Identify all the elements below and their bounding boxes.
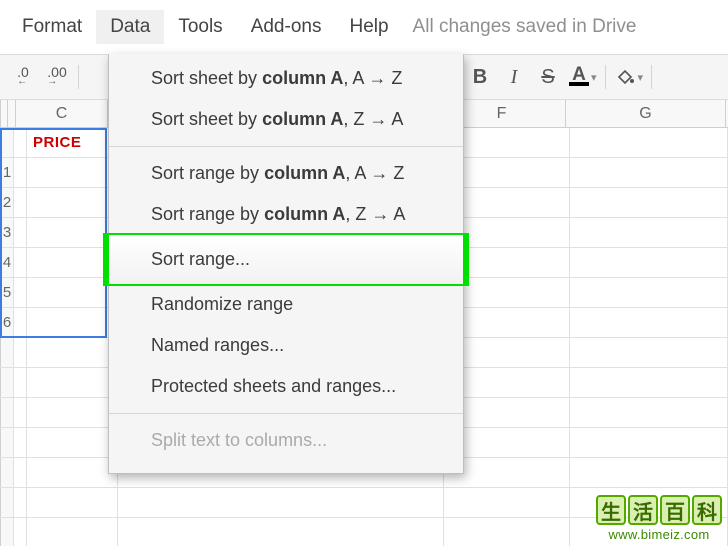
strikethrough-button[interactable]: S (531, 60, 565, 94)
cell[interactable] (27, 158, 118, 187)
cell[interactable] (14, 308, 27, 337)
menu-named-ranges[interactable]: Named ranges... (109, 325, 463, 366)
watermark-char: 生 (596, 495, 626, 525)
menu-sort-range-za[interactable]: Sort range by column A, Z → A (109, 194, 463, 235)
paint-bucket-icon (614, 67, 636, 87)
watermark-char: 活 (628, 495, 658, 525)
menu-randomize-range[interactable]: Randomize range (109, 284, 463, 325)
menu-sort-range[interactable]: Sort range... (109, 235, 463, 284)
fill-color-button[interactable]: ▾ (610, 60, 648, 94)
column-header-c[interactable]: C (16, 100, 108, 127)
cell[interactable] (14, 218, 27, 247)
text-color-button[interactable]: A ▾ (565, 60, 601, 94)
menu-help[interactable]: Help (335, 10, 402, 44)
watermark-char: 科 (692, 495, 722, 525)
column-header[interactable] (8, 100, 16, 127)
cell[interactable] (570, 188, 728, 217)
cell[interactable] (14, 188, 27, 217)
cell[interactable] (27, 308, 118, 337)
menu-format[interactable]: Format (8, 10, 96, 44)
cell[interactable] (570, 218, 728, 247)
row-header[interactable]: 1 (0, 158, 14, 187)
cell[interactable] (14, 248, 27, 277)
menu-sort-sheet-za[interactable]: Sort sheet by column A, Z → A (109, 99, 463, 140)
menu-separator (109, 413, 463, 414)
menu-protected-sheets[interactable]: Protected sheets and ranges... (109, 366, 463, 407)
bold-button[interactable]: B (463, 60, 497, 94)
row-header[interactable]: 6 (0, 308, 14, 337)
cell[interactable] (570, 158, 728, 187)
cell[interactable] (570, 248, 728, 277)
menu-data[interactable]: Data (96, 10, 164, 44)
menu-sort-sheet-az[interactable]: Sort sheet by column A, A → Z (109, 58, 463, 99)
row-header[interactable]: 3 (0, 218, 14, 247)
column-header-g[interactable]: G (566, 100, 726, 127)
cell[interactable] (570, 308, 728, 337)
cell[interactable] (570, 128, 728, 157)
cell-price-header[interactable]: PRICE (27, 128, 118, 157)
italic-button[interactable]: I (497, 60, 531, 94)
increase-decimal-button[interactable]: .00 → (40, 60, 74, 94)
decrease-decimal-button[interactable]: .0 ← (6, 60, 40, 94)
row-header[interactable]: 5 (0, 278, 14, 307)
cell[interactable] (27, 188, 118, 217)
row-header[interactable]: 4 (0, 248, 14, 277)
menu-sort-range-az[interactable]: Sort range by column A, A → Z (109, 153, 463, 194)
watermark-char: 百 (660, 495, 690, 525)
toolbar-separator (78, 65, 79, 89)
chevron-down-icon: ▾ (591, 71, 597, 84)
highlight-box: Sort range... (109, 235, 463, 284)
cell[interactable] (570, 278, 728, 307)
menu-split-text: Split text to columns... (109, 420, 463, 461)
save-status: All changes saved in Drive (403, 16, 637, 38)
watermark-url: www.bimeiz.com (596, 527, 722, 542)
data-menu-dropdown: Sort sheet by column A, A → Z Sort sheet… (108, 54, 464, 474)
menu-addons[interactable]: Add-ons (237, 10, 336, 44)
cell[interactable] (14, 278, 27, 307)
row-header[interactable]: 2 (0, 188, 14, 217)
corner-cell[interactable] (0, 100, 8, 127)
toolbar-separator (651, 65, 652, 89)
watermark: 生 活 百 科 www.bimeiz.com (596, 495, 722, 542)
chevron-down-icon: ▾ (638, 71, 644, 84)
menu-tools[interactable]: Tools (164, 10, 236, 44)
menubar: Format Data Tools Add-ons Help All chang… (0, 0, 728, 54)
cell[interactable] (14, 158, 27, 187)
toolbar-separator (605, 65, 606, 89)
cell[interactable] (14, 128, 27, 157)
row-header[interactable] (0, 128, 14, 157)
menu-separator (109, 146, 463, 147)
